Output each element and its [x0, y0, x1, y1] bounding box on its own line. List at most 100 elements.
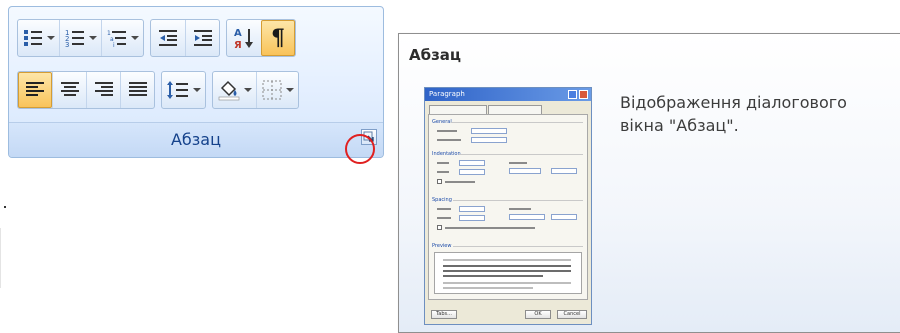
- thumbnail-body: General Indentation Spacing Preview: [428, 114, 588, 300]
- thumbnail-preview-line: [443, 287, 533, 289]
- indent-buttons-cluster: [150, 19, 220, 57]
- bullets-button[interactable]: [18, 20, 59, 56]
- align-right-button[interactable]: [86, 72, 120, 108]
- group-label-bar: Абзац: [9, 122, 383, 157]
- thumbnail-preview-line: [443, 259, 571, 261]
- group-label: Абзац: [170, 130, 221, 149]
- svg-text:3: 3: [65, 41, 69, 49]
- close-icon: [579, 90, 588, 99]
- thumbnail-label: [437, 217, 451, 219]
- shading-icon: [218, 80, 240, 101]
- thumbnail-tabs-button: Tabs...: [431, 310, 457, 319]
- sort-button[interactable]: А Я: [227, 20, 261, 56]
- sort-cluster: А Я ¶: [226, 19, 296, 57]
- show-formatting-marks-icon: ¶: [271, 25, 285, 51]
- align-right-icon: [94, 82, 113, 96]
- thumbnail-divider: [453, 246, 583, 247]
- increase-indent-button[interactable]: [185, 20, 219, 56]
- increase-indent-icon: [193, 30, 212, 46]
- thumbnail-label: [437, 139, 461, 141]
- thumbnail-preview-box: [434, 252, 582, 294]
- borders-button[interactable]: [256, 72, 298, 108]
- thumbnail-field: [509, 168, 541, 174]
- thumbnail-field: [551, 214, 577, 220]
- thumbnail-label: [437, 208, 451, 210]
- chevron-down-icon: [244, 88, 252, 92]
- numbering-icon: 1 2 3: [65, 29, 84, 49]
- thumbnail-label: [509, 208, 531, 210]
- thumbnail-field: [471, 128, 507, 134]
- thumbnail-checkbox: [437, 179, 442, 184]
- alignment-cluster: [17, 71, 155, 109]
- align-center-button[interactable]: [52, 72, 86, 108]
- chevron-down-icon: [286, 88, 294, 92]
- show-formatting-marks-button[interactable]: ¶: [261, 20, 295, 56]
- decrease-indent-button[interactable]: [151, 20, 185, 56]
- thumbnail-preview-line: [443, 265, 571, 267]
- thumbnail-divider: [459, 154, 583, 155]
- ribbon-row-lists: 1 2 3 1 a i А Я ¶: [17, 19, 296, 57]
- thumbnail-cancel-button: Cancel: [557, 310, 587, 319]
- shading-borders-cluster: [212, 71, 299, 109]
- shading-button[interactable]: [213, 72, 256, 108]
- stray-dot: [4, 206, 6, 208]
- justify-icon: [128, 82, 147, 96]
- help-icon: [568, 90, 577, 99]
- list-buttons-cluster: 1 2 3 1 a i: [17, 19, 144, 57]
- chevron-down-icon: [131, 36, 139, 40]
- decrease-indent-icon: [159, 30, 177, 46]
- sort-icon: А Я: [234, 28, 253, 50]
- thumbnail-divider: [451, 122, 583, 123]
- tooltip-paragraph: Абзац Paragraph General Indentation Spac…: [398, 33, 900, 333]
- multilevel-list-button[interactable]: 1 a i: [101, 20, 143, 56]
- thumbnail-ok-button: OK: [525, 310, 551, 319]
- thumbnail-label: [445, 181, 475, 183]
- line-spacing-cluster: [161, 71, 206, 109]
- tooltip-title: Абзац: [409, 46, 462, 64]
- borders-icon: [262, 80, 282, 100]
- sort-glyph-top: А: [234, 28, 242, 39]
- thumbnail-field: [551, 168, 577, 174]
- chevron-down-icon: [89, 36, 97, 40]
- bullets-icon: [24, 30, 42, 46]
- paragraph-dialog-thumbnail: Paragraph General Indentation Spacing Pr…: [424, 87, 592, 325]
- thumbnail-label: [437, 162, 449, 164]
- chevron-down-icon: [193, 88, 201, 92]
- line-spacing-button[interactable]: [162, 72, 205, 108]
- sort-glyph-bottom: Я: [234, 40, 242, 50]
- thumbnail-field: [459, 169, 485, 175]
- thumbnail-field: [459, 160, 485, 166]
- thumbnail-preview-line: [443, 270, 571, 272]
- thumbnail-section-preview: Preview: [432, 243, 452, 249]
- paragraph-ribbon-group: 1 2 3 1 a i А Я ¶ Абзац: [8, 6, 384, 158]
- thumbnail-label: [437, 171, 449, 173]
- thumbnail-section-general: General: [432, 119, 452, 125]
- launcher-highlight-circle: [345, 134, 375, 164]
- justify-button[interactable]: [120, 72, 154, 108]
- align-left-button[interactable]: [18, 72, 52, 108]
- align-left-icon: [26, 82, 44, 96]
- svg-text:i: i: [113, 42, 115, 49]
- numbering-button[interactable]: 1 2 3: [59, 20, 101, 56]
- thumbnail-field: [459, 206, 485, 212]
- chevron-down-icon: [47, 36, 55, 40]
- thumbnail-field: [509, 214, 545, 220]
- page-edge-line: [0, 228, 1, 288]
- thumbnail-label: [437, 130, 457, 132]
- thumbnail-preview-line: [443, 275, 543, 277]
- thumbnail-label: [445, 227, 535, 229]
- tooltip-description: Відображення діалогового вікна "Абзац".: [620, 93, 847, 135]
- thumbnail-titlebar: Paragraph: [425, 88, 591, 101]
- thumbnail-label: [509, 162, 527, 164]
- thumbnail-title: Paragraph: [429, 90, 465, 98]
- ribbon-row-alignment: [17, 71, 299, 109]
- thumbnail-divider: [453, 200, 583, 201]
- thumbnail-checkbox: [437, 225, 442, 230]
- line-spacing-icon: [167, 81, 188, 99]
- thumbnail-preview-line: [443, 282, 571, 284]
- thumbnail-field: [459, 215, 485, 221]
- align-center-icon: [60, 82, 79, 96]
- thumbnail-section-indentation: Indentation: [432, 151, 461, 157]
- thumbnail-section-spacing: Spacing: [432, 197, 452, 203]
- multilevel-list-icon: 1 a i: [107, 30, 126, 49]
